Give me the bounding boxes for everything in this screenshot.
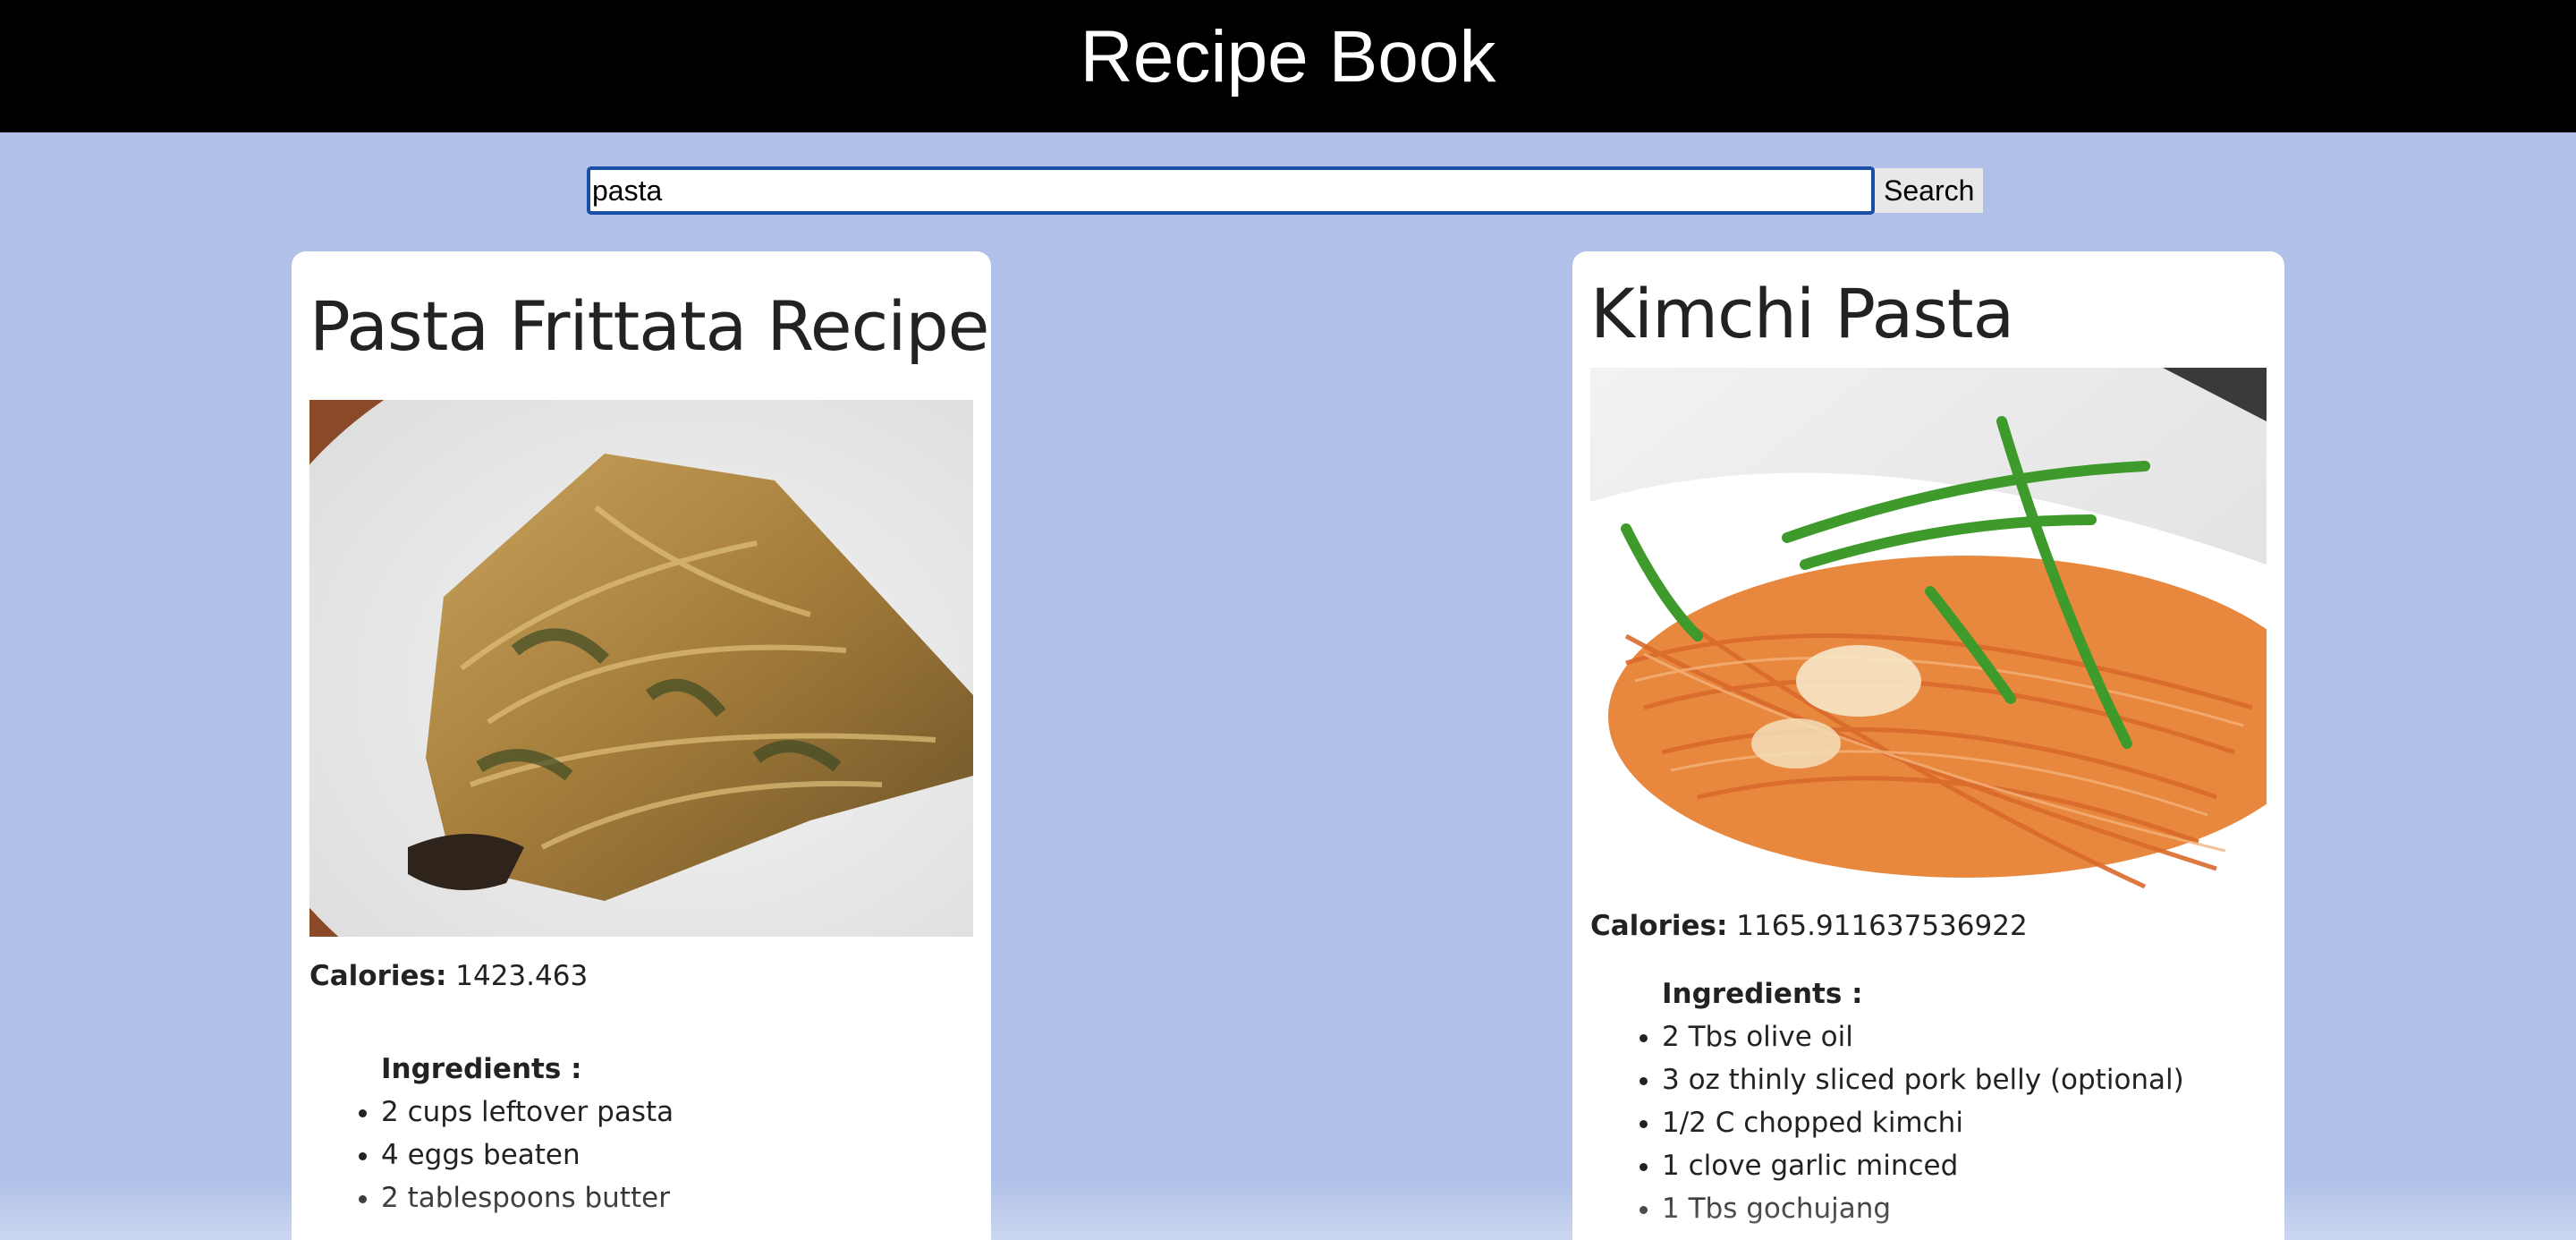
pasta-frittata-image <box>309 400 973 937</box>
calories-label: Calories: <box>309 960 447 992</box>
ingredients-heading: Ingredients : <box>1662 978 1863 1010</box>
ingredient-item: 4 eggs beaten <box>381 1134 973 1176</box>
recipe-title: Pasta Frittata Recipe <box>309 286 989 366</box>
ingredient-item: 3 oz thinly sliced pork belly (optional) <box>1662 1058 2267 1101</box>
recipe-title: Kimchi Pasta <box>1590 274 2014 353</box>
ingredient-item: 2 tablespoons butter <box>381 1176 973 1219</box>
recipe-image <box>1590 368 2267 905</box>
calories-line: Calories: 1165.911637536922 <box>1590 910 2267 942</box>
ingredient-item: 2 cups leftover pasta <box>381 1091 973 1134</box>
calories-value: 1165.911637536922 <box>1736 910 2028 942</box>
ingredients-list: 2 cups leftover pasta 4 eggs beaten 2 ta… <box>309 1091 973 1219</box>
kimchi-pasta-image <box>1590 368 2267 905</box>
ingredient-item: 1 Tbs gochujang <box>1662 1187 2267 1230</box>
ingredient-item: 2 Tbs olive oil <box>1662 1015 2267 1058</box>
ingredient-item: 1 clove garlic minced <box>1662 1144 2267 1187</box>
app-header: Recipe Book <box>0 0 2576 132</box>
page-title: Recipe Book <box>1080 16 1496 98</box>
search-bar: Search <box>587 166 1984 215</box>
ingredients-heading: Ingredients : <box>381 1053 582 1085</box>
recipe-image <box>309 400 973 937</box>
ingredients-list: 2 Tbs olive oil 3 oz thinly sliced pork … <box>1590 1015 2267 1230</box>
ingredient-item: 1/2 C chopped kimchi <box>1662 1101 2267 1144</box>
calories-label: Calories: <box>1590 910 1728 942</box>
recipe-card: Kimchi Pasta Calories: 1165.911637536922… <box>1572 251 2284 1240</box>
calories-line: Calories: 1423.463 <box>309 960 973 992</box>
search-input[interactable] <box>587 166 1875 215</box>
search-button[interactable]: Search <box>1875 168 1984 213</box>
recipe-card: Pasta Frittata Recipe Calories: 1423.463… <box>292 251 991 1240</box>
calories-value: 1423.463 <box>455 960 589 992</box>
